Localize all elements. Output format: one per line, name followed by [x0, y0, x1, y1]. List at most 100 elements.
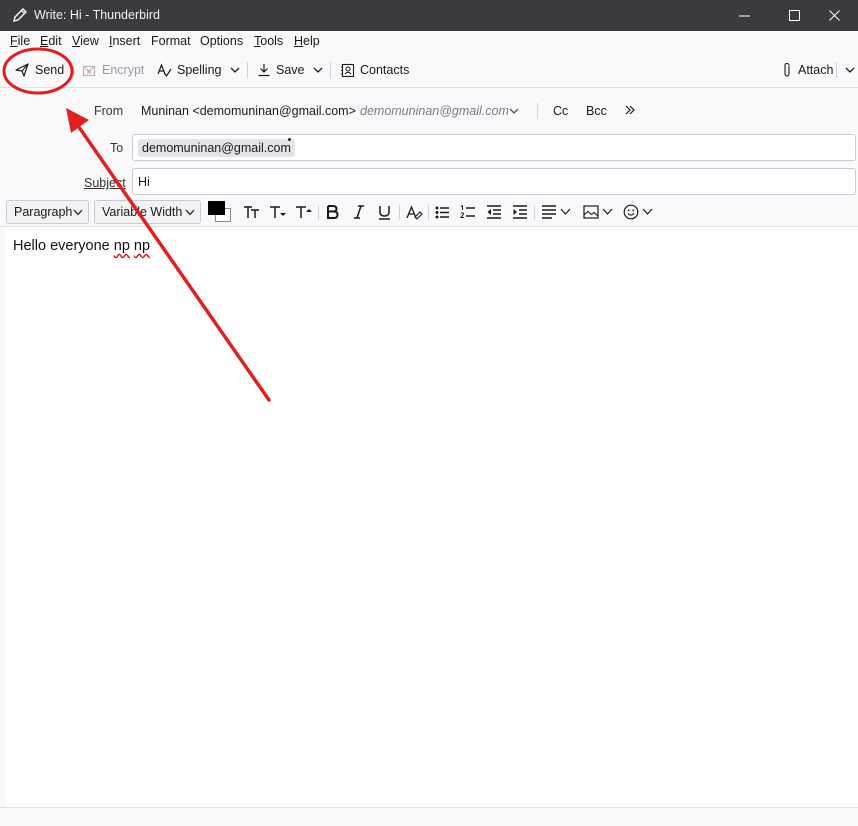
chevron-down-icon: [73, 209, 83, 216]
menu-edit[interactable]: Edit: [40, 34, 62, 48]
title-bar: Write: Hi - Thunderbird: [0, 0, 858, 31]
send-icon: [15, 63, 29, 77]
italic-icon: [354, 205, 364, 219]
from-address-hint: demomuninan@gmail.com: [360, 104, 509, 118]
numbered-list-icon: [460, 205, 475, 218]
attach-button[interactable]: Attach: [778, 58, 836, 82]
save-label: Save: [276, 63, 305, 77]
paperclip-icon: [784, 62, 790, 77]
subject-value: Hi: [138, 175, 150, 189]
increase-font-button[interactable]: [295, 203, 313, 221]
bulleted-list-button[interactable]: [435, 203, 450, 221]
smaller-text-icon: [244, 206, 259, 218]
encrypt-icon: [82, 65, 96, 77]
attach-label: Attach: [798, 63, 834, 77]
menu-view[interactable]: View: [72, 34, 99, 48]
chevron-down-icon: [230, 67, 240, 73]
compose-toolbar: Send Encrypt Spelling Save Contacts Atta…: [0, 52, 858, 88]
subject-field[interactable]: Hi: [132, 168, 856, 195]
image-icon: [583, 205, 599, 219]
double-chevron-right-icon[interactable]: [624, 104, 636, 116]
menu-tools[interactable]: Tools: [254, 34, 283, 48]
format-separator: [428, 205, 429, 220]
text-color-picker[interactable]: [208, 201, 234, 223]
contacts-label: Contacts: [360, 63, 410, 77]
close-icon: [829, 10, 840, 21]
numbered-list-button[interactable]: [460, 203, 476, 221]
send-button[interactable]: Send: [11, 58, 67, 82]
menu-options[interactable]: Options: [200, 34, 243, 48]
menu-insert[interactable]: Insert: [109, 34, 140, 48]
text-color-swatch[interactable]: [208, 201, 225, 215]
chevron-down-icon: [185, 209, 195, 216]
bulleted-list-icon: [435, 206, 449, 218]
format-separator: [318, 205, 319, 220]
to-field[interactable]: demomuninan@gmail.com: [132, 134, 856, 161]
message-body[interactable]: Hello everyone np np: [0, 227, 858, 807]
from-label: From: [94, 104, 124, 118]
menu-bar: File Edit View Insert Format Options Too…: [0, 31, 858, 52]
italic-button[interactable]: [353, 203, 365, 221]
font-select[interactable]: Variable Width: [94, 200, 201, 224]
minimize-button[interactable]: [722, 0, 768, 31]
from-identity[interactable]: Muninan <demomuninan@gmail.com>: [141, 104, 356, 118]
close-button[interactable]: [812, 0, 858, 31]
spelling-label: Spelling: [177, 63, 222, 77]
spelling-button[interactable]: Spelling: [153, 58, 224, 82]
remove-formatting-button[interactable]: [406, 203, 423, 221]
to-label: To: [110, 141, 124, 155]
decrease-font-button[interactable]: [269, 203, 287, 221]
encrypt-label: Encrypt: [102, 63, 145, 77]
menu-help[interactable]: Help: [294, 34, 320, 48]
increase-font-icon: [296, 206, 312, 218]
bcc-button[interactable]: Bcc: [586, 104, 607, 118]
contacts-icon: [341, 63, 355, 77]
text-cursor: [288, 138, 291, 141]
cc-button[interactable]: Cc: [553, 104, 568, 118]
send-label: Send: [35, 63, 65, 77]
insert-image-button[interactable]: [583, 203, 613, 221]
menu-format[interactable]: Format: [151, 34, 191, 48]
format-toolbar: Paragraph Variable Width: [0, 199, 858, 227]
recipient-pill[interactable]: demomuninan@gmail.com: [138, 139, 295, 157]
spelling-icon: [157, 63, 172, 78]
menu-file[interactable]: File: [10, 34, 30, 48]
indent-button[interactable]: [512, 203, 528, 221]
chevron-down-icon: [602, 208, 613, 215]
subject-label: Subject: [84, 176, 126, 190]
outdent-icon: [487, 205, 501, 219]
chevron-down-icon: [313, 67, 323, 73]
smaller-text-button[interactable]: [243, 203, 260, 221]
chevron-down-icon: [560, 208, 571, 215]
save-button[interactable]: Save: [254, 58, 308, 82]
outdent-button[interactable]: [486, 203, 502, 221]
attach-dropdown[interactable]: [841, 58, 858, 82]
maximize-icon: [789, 10, 800, 21]
window-title: Write: Hi - Thunderbird: [34, 8, 160, 22]
minimize-icon: [739, 15, 750, 17]
save-dropdown[interactable]: [309, 58, 327, 82]
compose-headers: From Muninan <demomuninan@gmail.com> dem…: [0, 88, 858, 199]
font-value: Variable Width: [102, 205, 183, 219]
contacts-button[interactable]: Contacts: [337, 58, 412, 82]
paragraph-format-select[interactable]: Paragraph: [6, 200, 89, 224]
indent-icon: [513, 205, 527, 219]
alignment-button[interactable]: [541, 203, 571, 221]
encrypt-button[interactable]: Encrypt: [78, 58, 147, 82]
chevron-down-icon[interactable]: [508, 105, 520, 117]
underline-button[interactable]: [378, 203, 391, 221]
align-left-icon: [542, 205, 556, 219]
spelling-dropdown[interactable]: [226, 58, 244, 82]
insert-emoji-button[interactable]: [623, 203, 653, 221]
format-separator: [534, 205, 535, 220]
format-separator: [399, 205, 400, 220]
bold-button[interactable]: [326, 203, 339, 221]
misspelled-word[interactable]: np: [114, 238, 130, 254]
bold-icon: [327, 205, 339, 219]
misspelled-word[interactable]: np: [134, 238, 150, 254]
pencil-icon: [13, 8, 27, 22]
toolbar-separator: [247, 62, 248, 78]
toolbar-separator: [73, 62, 74, 78]
download-icon: [258, 64, 270, 77]
message-text: Hello everyone np np: [13, 238, 151, 254]
